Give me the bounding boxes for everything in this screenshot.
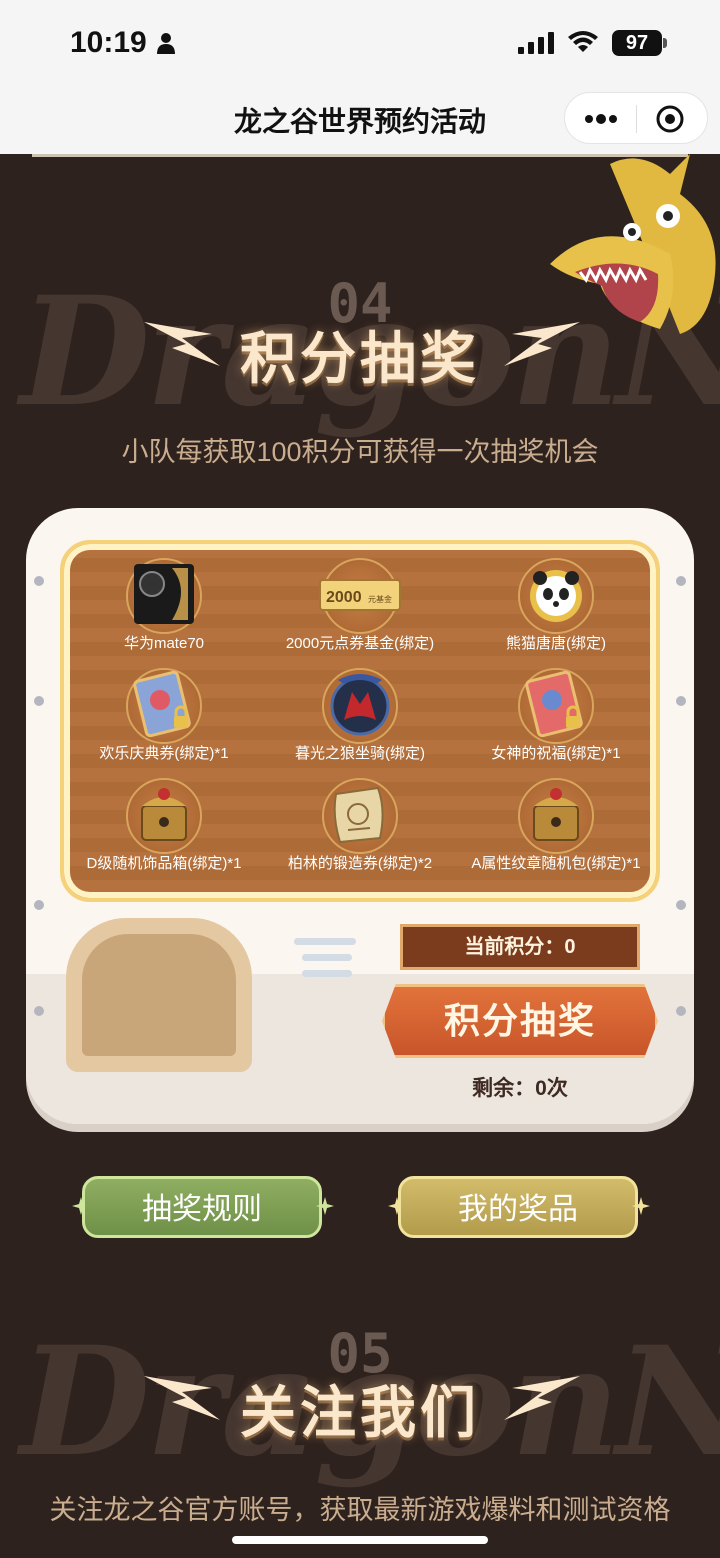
prize-item: A属性纹章随机包(绑定)*1 [456,772,656,882]
prize-item: 欢乐庆典券(绑定)*1 [64,662,264,772]
scroll-icon [333,786,384,844]
emblem-pack-icon [533,788,579,841]
voucher-amount: 2000 [326,589,362,606]
prize-label: 柏林的锻造券(绑定)*2 [287,855,433,872]
prize-item: 暮光之狼坐骑(绑定) [260,662,460,772]
home-indicator[interactable] [232,1536,488,1544]
prize-label: 欢乐庆典券(绑定)*1 [99,745,229,762]
wifi-icon [568,31,598,52]
person-icon [157,33,175,54]
signal-icon [518,32,554,54]
sparkle-icon [632,1197,650,1215]
rivet [34,900,44,910]
prize-label: D级随机饰品箱(绑定)*1 [86,855,242,872]
rivet [676,696,686,706]
prize-label: 2000元点券基金(绑定) [285,635,435,652]
capsule-divider [636,105,637,133]
prize-output-slot [66,918,252,1072]
battery-icon: 97 [612,30,662,56]
current-points: 当前积分：0 [400,924,640,970]
battery-tip [663,38,667,48]
rivet [676,900,686,910]
prize-item: D级随机饰品箱(绑定)*1 [64,772,264,882]
prize-label: 华为mate70 [123,635,205,652]
wing-right-icon [504,1376,580,1420]
rivet [34,696,44,706]
prize-item: 女神的祝福(绑定)*1 [456,662,656,772]
wolf-mount-icon [330,674,390,736]
rivet [34,576,44,586]
duck-mascot-icon [550,154,716,334]
prize-item: 柏林的锻造券(绑定)*2 [260,772,460,882]
accessory-box-icon [141,788,187,841]
remaining-draws: 剩余：0次 [472,1077,568,1100]
voucher-unit: 元基金 [368,594,392,604]
mini-program-capsule [564,92,708,144]
sparkle-icon [316,1197,334,1215]
rules-button[interactable]: 抽奖规则 [82,1176,322,1238]
draw-button[interactable]: 积分抽奖 [382,984,658,1058]
nav-bar: 龙之谷世界预约活动 [0,86,720,154]
panda-icon [530,570,582,622]
voucher-icon: 2000 元基金 [319,579,401,611]
phone-icon [134,564,194,624]
prize-item: 华为mate70 [64,552,264,662]
status-bar: 10:19 97 [0,0,720,86]
rivet [34,1006,44,1016]
my-prizes-button[interactable]: 我的奖品 [398,1176,638,1238]
vent-line [302,954,352,961]
page-content: DragonNest 04 积分抽奖 小队每获取100积分可获得一次抽奖机会 华… [0,154,720,1558]
prize-item: 熊猫唐唐(绑定) [456,552,656,662]
status-time: 10:19 [70,26,147,59]
lottery-machine: 华为mate70 2000 元基金 2000元点券基金(绑定) 熊猫唐唐(绑定) [26,508,694,1124]
close-target-icon[interactable] [655,104,685,134]
slot-opening [82,934,236,1056]
ticket-icon [133,670,191,738]
vent-line [294,938,356,945]
section-title: 关注我们 [240,1381,480,1444]
section-subtitle: 关注龙之谷官方账号，获取最新游戏爆料和测试资格 [49,1495,671,1525]
prize-label: 女神的祝福(绑定)*1 [491,745,621,762]
rivet [676,1006,686,1016]
prize-label: 暮光之狼坐骑(绑定) [295,745,425,762]
more-icon[interactable] [581,107,621,131]
blessing-card-icon [525,670,583,738]
section-subtitle: 小队每获取100积分可获得一次抽奖机会 [121,437,599,467]
vent-line [302,970,352,977]
prize-grid: 华为mate70 2000 元基金 2000元点券基金(绑定) 熊猫唐唐(绑定) [60,540,660,902]
prize-label: 熊猫唐唐(绑定) [506,635,606,652]
rivet [676,576,686,586]
prize-label: A属性纹章随机包(绑定)*1 [471,855,641,872]
prize-item: 2000 元基金 2000元点券基金(绑定) [260,552,460,662]
